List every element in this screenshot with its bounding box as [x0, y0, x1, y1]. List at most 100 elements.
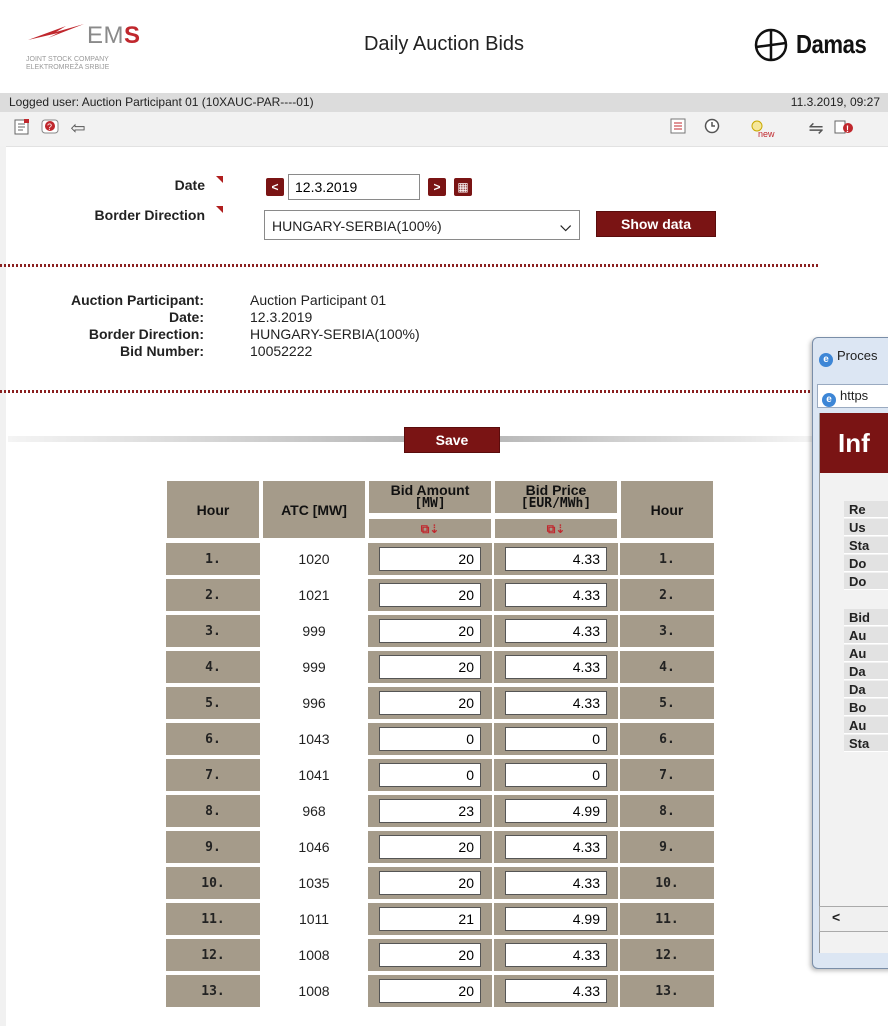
border-direction-value: HUNGARY-SERBIA(100%) [272, 218, 442, 234]
scroll-left-icon[interactable]: < [832, 909, 840, 925]
table-row: 3. 999 3. [166, 615, 714, 647]
bid-amount-input[interactable] [379, 763, 481, 787]
info-border-value: HUNGARY-SERBIA(100%) [250, 326, 420, 342]
price-cell [494, 939, 618, 971]
ie-icon: e [822, 393, 836, 407]
damas-logo: Damas [751, 25, 881, 65]
new-icon[interactable]: new [748, 118, 776, 139]
border-direction-select[interactable]: HUNGARY-SERBIA(100%) ⌵ [264, 210, 580, 240]
bid-amount-input[interactable] [379, 727, 481, 751]
bid-price-input[interactable] [505, 727, 607, 751]
hour-cell: 10. [166, 867, 260, 899]
price-cell [494, 651, 618, 683]
amount-cell [368, 579, 492, 611]
atc-cell: 1041 [262, 759, 366, 791]
next-date-button[interactable]: > [428, 178, 446, 196]
atc-cell: 968 [262, 795, 366, 827]
hour-cell-right: 10. [620, 867, 714, 899]
popup-field-label: Da [844, 663, 888, 680]
bid-price-input[interactable] [505, 583, 607, 607]
amount-cell [368, 939, 492, 971]
popup-field-label: Do [844, 555, 888, 572]
bid-price-input[interactable] [505, 547, 607, 571]
atc-cell: 996 [262, 687, 366, 719]
popup-field-label: Da [844, 681, 888, 698]
back-arrow-icon[interactable]: ⇦ [68, 118, 88, 138]
popup-url-bar[interactable]: e https [817, 384, 888, 408]
bid-price-input[interactable] [505, 763, 607, 787]
amount-cell [368, 651, 492, 683]
calendar-icon[interactable]: ▦ [454, 178, 472, 196]
table-row: 2. 1021 2. [166, 579, 714, 611]
price-cell [494, 615, 618, 647]
table-row: 11. 1011 11. [166, 903, 714, 935]
hour-cell: 5. [166, 687, 260, 719]
bids-table: Hour ATC [MW] Bid Amount [MW] Bid Price [E… [164, 476, 716, 1011]
copy-amount-cell: ⧉⇣ [368, 518, 492, 539]
help-icon[interactable]: ? [40, 118, 60, 138]
logged-user: Logged user: Auction Participant 01 (10X… [9, 95, 314, 109]
bid-price-input[interactable] [505, 943, 607, 967]
bid-price-input[interactable] [505, 907, 607, 931]
bid-amount-input[interactable] [379, 583, 481, 607]
col-bid-price: Bid Price [EUR/MWh] [494, 480, 618, 514]
bid-price-input[interactable] [505, 619, 607, 643]
user-bar: Logged user: Auction Participant 01 (10X… [0, 93, 888, 112]
bid-price-input[interactable] [505, 979, 607, 1003]
clock-icon[interactable] [702, 118, 722, 138]
bid-price-input[interactable] [505, 871, 607, 895]
bid-amount-input[interactable] [379, 871, 481, 895]
amount-cell [368, 687, 492, 719]
date-input[interactable] [288, 174, 420, 200]
hour-cell: 7. [166, 759, 260, 791]
amount-cell [368, 975, 492, 1007]
bid-amount-input[interactable] [379, 835, 481, 859]
price-cell [494, 759, 618, 791]
price-cell [494, 723, 618, 755]
copy-down-icon[interactable]: ⧉⇣ [421, 522, 440, 536]
hour-cell-right: 4. [620, 651, 714, 683]
copy-down-icon[interactable]: ⧉⇣ [547, 522, 566, 536]
bid-amount-input[interactable] [379, 943, 481, 967]
exchange-icon[interactable]: ⇋ [806, 118, 826, 138]
amount-cell [368, 759, 492, 791]
atc-cell: 1011 [262, 903, 366, 935]
bid-amount-input[interactable] [379, 979, 481, 1003]
bid-amount-input[interactable] [379, 799, 481, 823]
document-icon[interactable] [12, 118, 32, 138]
hour-cell-right: 9. [620, 831, 714, 863]
hour-cell: 11. [166, 903, 260, 935]
amount-cell [368, 795, 492, 827]
prev-date-button[interactable]: < [266, 178, 284, 196]
atc-cell: 1046 [262, 831, 366, 863]
hour-cell: 13. [166, 975, 260, 1007]
alert-icon[interactable]: ! [834, 118, 854, 138]
atc-cell: 999 [262, 651, 366, 683]
bid-price-input[interactable] [505, 655, 607, 679]
bid-amount-input[interactable] [379, 547, 481, 571]
popup-scrollbar[interactable]: < [819, 906, 888, 932]
popup-field-label: Sta [844, 537, 888, 554]
bid-amount-input[interactable] [379, 907, 481, 931]
price-cell [494, 831, 618, 863]
bid-amount-input[interactable] [379, 655, 481, 679]
bid-price-input[interactable] [505, 691, 607, 715]
amount-cell [368, 723, 492, 755]
toolbar: ? ⇦ new ⇋ ! [0, 112, 888, 147]
process-popup-window[interactable]: e Proces e https Inf Re Us Sta Do Do Bid A… [812, 337, 888, 969]
list-icon[interactable] [668, 118, 688, 138]
bid-amount-input[interactable] [379, 691, 481, 715]
bid-amount-input[interactable] [379, 619, 481, 643]
popup-field-label: Au [844, 627, 888, 644]
show-data-button[interactable]: Show data [596, 211, 716, 237]
bid-price-input[interactable] [505, 835, 607, 859]
bid-price-input[interactable] [505, 799, 607, 823]
atc-cell: 1008 [262, 939, 366, 971]
hour-cell-right: 2. [620, 579, 714, 611]
bid-number-label: Bid Number: [120, 343, 204, 359]
svg-text:?: ? [47, 122, 52, 132]
required-marker [216, 176, 223, 183]
price-cell [494, 543, 618, 575]
price-cell [494, 903, 618, 935]
save-button[interactable]: Save [404, 427, 500, 453]
